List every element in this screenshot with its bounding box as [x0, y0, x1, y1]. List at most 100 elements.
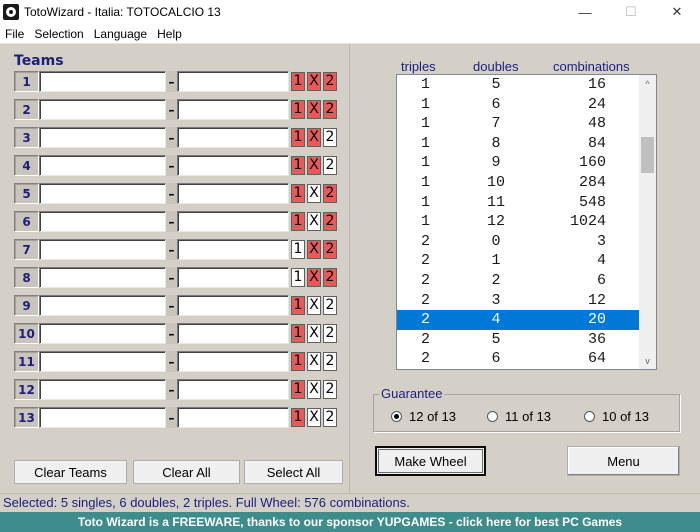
list-item[interactable]: 1 10 284 — [397, 173, 640, 193]
list-item[interactable]: 2 5 36 — [397, 330, 640, 350]
combinations-list[interactable]: 1 5 16 1 6 24 1 7 48 1 8 84 1 9 160 1 10 284 1 11 548 1 12 1024… — [396, 74, 657, 370]
list-item[interactable]: 2 2 6 — [397, 271, 640, 291]
guarantee-11-of-13[interactable]: 11 of 13 — [487, 409, 551, 424]
sign-1-toggle[interactable]: 1 — [291, 184, 305, 203]
sign-2-toggle[interactable]: 2 — [323, 156, 337, 175]
list-item[interactable]: 1 7 48 — [397, 114, 640, 134]
home-team-field[interactable] — [39, 99, 166, 120]
sign-1-toggle[interactable]: 1 — [291, 240, 305, 259]
sign-x-toggle[interactable]: X — [307, 156, 321, 175]
away-team-field[interactable] — [177, 183, 289, 204]
sign-x-toggle[interactable]: X — [307, 380, 321, 399]
home-team-field[interactable] — [39, 295, 166, 316]
home-team-field[interactable] — [39, 183, 166, 204]
sign-2-toggle[interactable]: 2 — [323, 100, 337, 119]
clear-teams-button[interactable]: Clear Teams — [14, 460, 127, 484]
sign-x-toggle[interactable]: X — [307, 352, 321, 371]
list-scrollbar[interactable]: ^ v — [639, 75, 656, 369]
home-team-field[interactable] — [39, 239, 166, 260]
away-team-field[interactable] — [177, 155, 289, 176]
scroll-down-icon[interactable]: v — [639, 352, 656, 369]
sign-1-toggle[interactable]: 1 — [291, 324, 305, 343]
guarantee-10-of-13[interactable]: 10 of 13 — [584, 409, 649, 424]
away-team-field[interactable] — [177, 295, 289, 316]
sign-x-toggle[interactable]: X — [307, 296, 321, 315]
away-team-field[interactable] — [177, 379, 289, 400]
away-team-field[interactable] — [177, 239, 289, 260]
sign-1-toggle[interactable]: 1 — [291, 156, 305, 175]
sign-1-toggle[interactable]: 1 — [291, 128, 305, 147]
home-team-field[interactable] — [39, 155, 166, 176]
sponsor-banner[interactable]: Toto Wizard is a FREEWARE, thanks to our… — [0, 512, 700, 532]
menu-selection[interactable]: Selection — [29, 27, 88, 41]
clear-all-button[interactable]: Clear All — [133, 460, 240, 484]
home-team-field[interactable] — [39, 211, 166, 232]
scroll-thumb[interactable] — [641, 137, 654, 173]
list-item[interactable]: 1 9 160 — [397, 153, 640, 173]
sign-1-toggle[interactable]: 1 — [291, 408, 305, 427]
list-item[interactable]: 2 4 20 — [397, 310, 640, 330]
sign-2-toggle[interactable]: 2 — [323, 240, 337, 259]
sign-x-toggle[interactable]: X — [307, 240, 321, 259]
sign-2-toggle[interactable]: 2 — [323, 408, 337, 427]
away-team-field[interactable] — [177, 351, 289, 372]
close-button[interactable]: ✕ — [654, 0, 700, 24]
list-item[interactable]: 2 3 12 — [397, 291, 640, 311]
sign-2-toggle[interactable]: 2 — [323, 324, 337, 343]
sign-x-toggle[interactable]: X — [307, 72, 321, 91]
away-team-field[interactable] — [177, 267, 289, 288]
menu-file[interactable]: File — [0, 27, 29, 41]
home-team-field[interactable] — [39, 267, 166, 288]
home-team-field[interactable] — [39, 71, 166, 92]
list-item[interactable]: 1 8 84 — [397, 134, 640, 154]
sign-1-toggle[interactable]: 1 — [291, 296, 305, 315]
menu-button[interactable]: Menu — [567, 446, 680, 476]
list-item[interactable]: 2 6 64 — [397, 349, 640, 369]
list-item[interactable]: 1 5 16 — [397, 75, 640, 95]
sign-2-toggle[interactable]: 2 — [323, 296, 337, 315]
sign-2-toggle[interactable]: 2 — [323, 268, 337, 287]
sign-x-toggle[interactable]: X — [307, 184, 321, 203]
menu-help[interactable]: Help — [152, 27, 187, 41]
sign-2-toggle[interactable]: 2 — [323, 72, 337, 91]
sign-1-toggle[interactable]: 1 — [291, 268, 305, 287]
home-team-field[interactable] — [39, 379, 166, 400]
sign-x-toggle[interactable]: X — [307, 408, 321, 427]
away-team-field[interactable] — [177, 71, 289, 92]
scroll-up-icon[interactable]: ^ — [639, 75, 656, 92]
sign-2-toggle[interactable]: 2 — [323, 184, 337, 203]
minimize-button[interactable]: — — [562, 0, 608, 24]
home-team-field[interactable] — [39, 351, 166, 372]
away-team-field[interactable] — [177, 211, 289, 232]
sign-x-toggle[interactable]: X — [307, 100, 321, 119]
menu-language[interactable]: Language — [89, 27, 152, 41]
radio-icon[interactable] — [487, 411, 498, 422]
list-item[interactable]: 1 6 24 — [397, 95, 640, 115]
list-item[interactable]: 2 0 3 — [397, 232, 640, 252]
guarantee-12-of-13[interactable]: 12 of 13 — [391, 409, 456, 424]
away-team-field[interactable] — [177, 323, 289, 344]
select-all-button[interactable]: Select All — [244, 460, 343, 484]
list-item[interactable]: 2 1 4 — [397, 251, 640, 271]
list-item[interactable]: 1 12 1024 — [397, 212, 640, 232]
radio-icon[interactable] — [584, 411, 595, 422]
sign-2-toggle[interactable]: 2 — [323, 128, 337, 147]
sign-x-toggle[interactable]: X — [307, 212, 321, 231]
sign-1-toggle[interactable]: 1 — [291, 72, 305, 91]
sign-2-toggle[interactable]: 2 — [323, 352, 337, 371]
home-team-field[interactable] — [39, 323, 166, 344]
home-team-field[interactable] — [39, 127, 166, 148]
sign-x-toggle[interactable]: X — [307, 268, 321, 287]
sign-2-toggle[interactable]: 2 — [323, 380, 337, 399]
away-team-field[interactable] — [177, 127, 289, 148]
home-team-field[interactable] — [39, 407, 166, 428]
sign-x-toggle[interactable]: X — [307, 128, 321, 147]
away-team-field[interactable] — [177, 99, 289, 120]
sign-1-toggle[interactable]: 1 — [291, 212, 305, 231]
make-wheel-button[interactable]: Make Wheel — [375, 446, 486, 476]
maximize-button[interactable]: ☐ — [608, 0, 654, 24]
sign-1-toggle[interactable]: 1 — [291, 100, 305, 119]
sign-1-toggle[interactable]: 1 — [291, 352, 305, 371]
away-team-field[interactable] — [177, 407, 289, 428]
sign-2-toggle[interactable]: 2 — [323, 212, 337, 231]
